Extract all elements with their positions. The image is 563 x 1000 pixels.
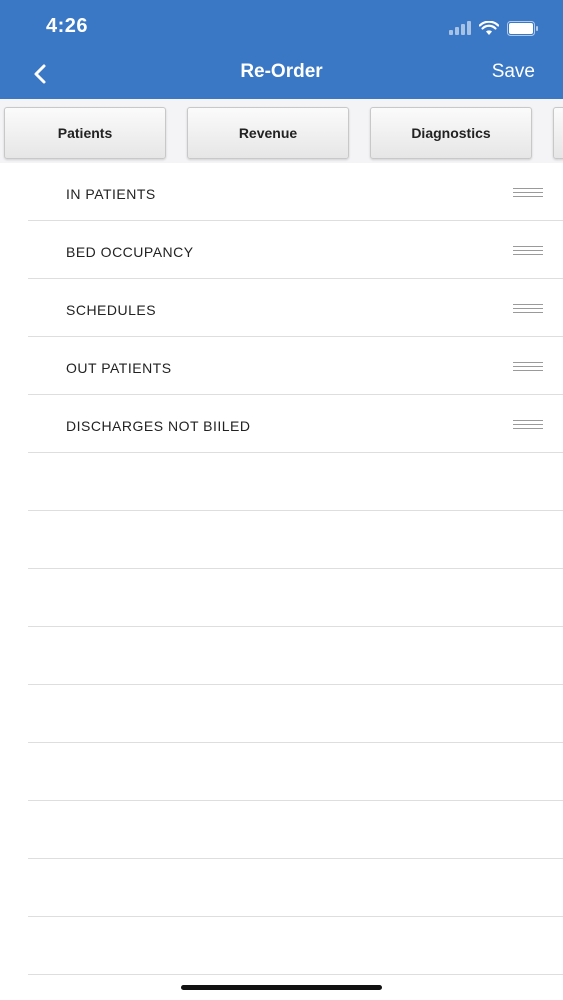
page-title: Re-Order bbox=[240, 61, 323, 82]
list-item-label: OUT PATIENTS bbox=[66, 360, 172, 376]
empty-list-row bbox=[28, 569, 563, 627]
empty-list-row bbox=[28, 801, 563, 859]
status-icons bbox=[449, 17, 539, 39]
tab-revenue[interactable]: Revenue bbox=[187, 107, 349, 159]
drag-handle-icon[interactable] bbox=[513, 246, 543, 258]
drag-handle-icon[interactable] bbox=[513, 304, 543, 316]
status-time: 4:26 bbox=[46, 15, 89, 37]
list-item[interactable]: OUT PATIENTS bbox=[28, 337, 563, 395]
home-indicator bbox=[181, 985, 382, 990]
list-item[interactable]: IN PATIENTS bbox=[28, 163, 563, 221]
empty-list-row bbox=[28, 917, 563, 975]
list-item[interactable]: SCHEDULES bbox=[28, 279, 563, 337]
tab-patients[interactable]: Patients bbox=[4, 107, 166, 159]
cellular-signal-icon bbox=[449, 21, 471, 35]
empty-list-row bbox=[28, 743, 563, 801]
list-item[interactable]: DISCHARGES NOT BIILED bbox=[28, 395, 563, 453]
tab-more[interactable] bbox=[553, 107, 563, 159]
drag-handle-icon[interactable] bbox=[513, 362, 543, 374]
category-tabs: Patients Revenue Diagnostics bbox=[0, 99, 563, 163]
save-button[interactable]: Save bbox=[492, 61, 535, 83]
empty-list-row bbox=[28, 685, 563, 743]
list-item-label: BED OCCUPANCY bbox=[66, 244, 194, 260]
list-item-label: IN PATIENTS bbox=[66, 186, 156, 202]
battery-icon bbox=[507, 20, 538, 36]
reorder-list: IN PATIENTS BED OCCUPANCY SCHEDULES OUT … bbox=[0, 163, 563, 975]
list-item-label: DISCHARGES NOT BIILED bbox=[66, 418, 251, 434]
empty-list-row bbox=[28, 511, 563, 569]
navigation-header: 4:26 Re-Order Save bbox=[0, 0, 563, 99]
drag-handle-icon[interactable] bbox=[513, 188, 543, 200]
empty-list-row bbox=[28, 627, 563, 685]
wifi-icon bbox=[479, 20, 499, 35]
tab-diagnostics[interactable]: Diagnostics bbox=[370, 107, 532, 159]
empty-list-row bbox=[28, 859, 563, 917]
list-item[interactable]: BED OCCUPANCY bbox=[28, 221, 563, 279]
empty-list-row bbox=[28, 453, 563, 511]
list-item-label: SCHEDULES bbox=[66, 302, 157, 318]
drag-handle-icon[interactable] bbox=[513, 420, 543, 432]
